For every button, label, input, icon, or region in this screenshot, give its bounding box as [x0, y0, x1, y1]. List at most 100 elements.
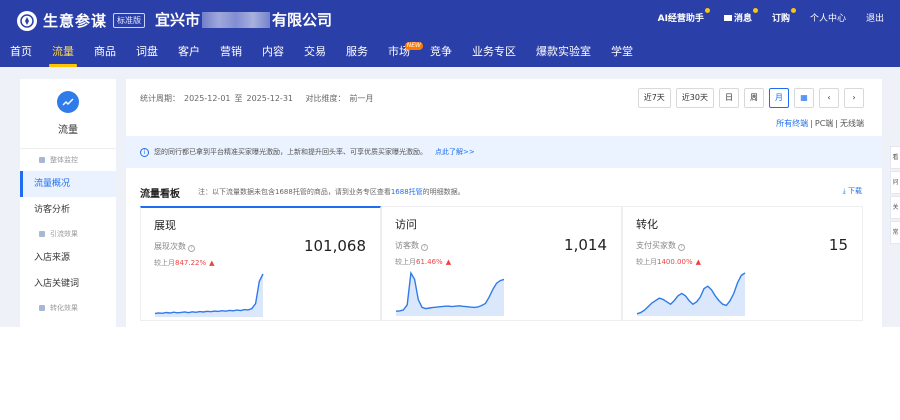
nav-tab-4[interactable]: 客户	[168, 40, 210, 67]
notice-banner: i 您的同行都已拿到平台精准买家曝光激励，上新和提升回头率、可享优质买家曝光激励…	[126, 136, 882, 168]
calendar-icon[interactable]: ▦	[794, 88, 814, 108]
brand-logo[interactable]: 生意参谋 标准版	[17, 10, 146, 31]
sidebar-item-2[interactable]: 访客分析	[20, 197, 116, 223]
company-suffix: 有限公司	[272, 11, 333, 29]
sparkline-line	[154, 273, 264, 315]
download-icon: ⤓	[842, 187, 846, 195]
metric-card-1[interactable]: 访问 访客数? 1,014 较上月61.46% ▲	[381, 206, 622, 321]
compare-pct: 1400.00%	[657, 258, 693, 266]
terminal-all[interactable]: 所有终端	[776, 119, 808, 128]
nav-tab-11[interactable]: 业务专区	[462, 40, 526, 67]
nav-tab-1[interactable]: 流量	[42, 40, 84, 67]
notice-link[interactable]: 点此了解>>	[435, 147, 475, 157]
notify-dot	[704, 8, 710, 13]
download-button[interactable]: ⤓ 下载	[843, 186, 862, 196]
nav-tab-9[interactable]: 市场 NEW	[378, 40, 423, 67]
metric-value: 15	[828, 236, 848, 254]
rail-tab-3[interactable]: 常	[890, 221, 900, 244]
help-icon[interactable]: ?	[421, 244, 428, 251]
metric-card-0[interactable]: 展现展现次数? 101,068 较上月847.22% ▲	[140, 206, 381, 321]
mail-icon	[723, 15, 732, 21]
arrow-up-icon: ▲	[695, 258, 701, 266]
nav-tab-13[interactable]: 学堂	[601, 40, 643, 67]
date-button-0[interactable]: 近7天	[637, 88, 671, 108]
sparkline-area	[637, 273, 745, 316]
nav-tab-10[interactable]: 竞争	[420, 40, 462, 67]
rail-tab-0[interactable]: 看	[890, 146, 900, 169]
help-icon[interactable]: ?	[678, 244, 685, 251]
notify-dot	[790, 8, 796, 13]
sidebar-group-label: 转化效果	[20, 297, 116, 319]
compare-pct: 61.46%	[416, 258, 443, 266]
help-icon[interactable]: ?	[188, 245, 195, 252]
nav-tab-6[interactable]: 内容	[252, 40, 294, 67]
edition-badge: 标准版	[113, 13, 146, 28]
arrow-up-icon: ▲	[209, 259, 215, 267]
top-header: 生意参谋 标准版 宜兴市 有限公司 AI经营助手 消息 订购 个人中心 退出 首…	[0, 0, 900, 67]
period-end: 2025-12-31	[246, 94, 294, 103]
rail-tab-2[interactable]: 关	[890, 196, 900, 219]
compare-change: 较上月61.46% ▲	[395, 258, 452, 266]
card-title: 展现	[154, 219, 176, 232]
card-title: 访问	[395, 218, 417, 231]
card-title: 转化	[636, 218, 658, 231]
nav-tab-2[interactable]: 商品	[84, 40, 126, 67]
app-root: 生意参谋 标准版 宜兴市 有限公司 AI经营助手 消息 订购 个人中心 退出 首…	[0, 0, 900, 420]
sidebar-title: 流量	[58, 125, 78, 136]
metric-value: 1,014	[564, 236, 607, 254]
prev-icon[interactable]: ‹	[819, 88, 839, 108]
managed-link[interactable]: 1688托管	[391, 188, 423, 196]
board-title: 流量看板	[140, 189, 180, 200]
brand-name: 生意参谋	[43, 12, 108, 30]
period-start: 2025-12-01	[184, 94, 231, 103]
compare-pct: 847.22%	[175, 259, 207, 267]
nav-tab-8[interactable]: 服务	[336, 40, 378, 67]
notify-dot	[752, 8, 758, 13]
metric-label: 展现次数?	[154, 241, 195, 252]
next-icon[interactable]: ›	[844, 88, 864, 108]
logout-link[interactable]: 退出	[866, 11, 884, 24]
sidebar-header: 流量	[20, 79, 116, 149]
messages-link[interactable]: 消息	[723, 8, 758, 24]
nav-tab-0[interactable]: 首页	[0, 40, 42, 67]
info-icon: i	[140, 147, 149, 157]
nav-tab-7[interactable]: 交易	[294, 40, 336, 67]
company-name: 宜兴市 有限公司	[155, 9, 332, 30]
nav-tab-3[interactable]: 词盘	[126, 40, 168, 67]
terminal-pc[interactable]: PC端	[815, 119, 833, 128]
ai-assistant-link[interactable]: AI经营助手	[658, 8, 710, 24]
nav-tab-12[interactable]: 爆款实验室	[526, 40, 601, 67]
redacted-name	[202, 11, 271, 28]
top-links: AI经营助手 消息 订购 个人中心 退出	[638, 8, 884, 24]
compass-icon	[17, 10, 37, 31]
subscribe-link[interactable]: 订购	[772, 8, 796, 24]
sidebar: 流量 整体监控 流量概况 访客分析 引流效果 入店来源 入店关键词 转化效果	[20, 79, 116, 327]
sparkline-area	[396, 273, 504, 316]
sparkline-area	[155, 274, 263, 317]
metric-value: 101,068	[303, 237, 366, 255]
sparkline-chart	[636, 272, 746, 316]
metric-cards: 展现 展现次数? 101,068 较上月847.22% ▲ 访问 访客数? 1,014 较上月6…	[140, 206, 863, 321]
metric-card-2[interactable]: 转化 支付买家数? 15 较上月1400.00% ▲	[622, 206, 863, 321]
terminal-filter: 所有终端 | PC端 | 无线端	[776, 119, 864, 128]
sidebar-item-4[interactable]: 入店来源	[20, 245, 116, 271]
board-header: 流量看板 注：以下流量数据未包含1688托管的商品，请到业务专区查看1688托管…	[126, 179, 882, 201]
date-button-2[interactable]: 日	[719, 88, 739, 108]
sidebar-menu: 整体监控 流量概况 访客分析 引流效果 入店来源 入店关键词 转化效果	[20, 149, 116, 319]
sidebar-item-1[interactable]: 流量概况	[20, 171, 116, 197]
date-button-4[interactable]: 月	[769, 88, 789, 108]
date-button-1[interactable]: 近30天	[675, 88, 714, 108]
compare-change: 较上月847.22% ▲	[154, 259, 215, 267]
terminal-wireless[interactable]: 无线端	[840, 119, 864, 128]
sidebar-item-5[interactable]: 入店关键词	[20, 271, 116, 297]
right-rail: 看问关常	[890, 146, 900, 246]
nav-tab-5[interactable]: 营销	[210, 40, 252, 67]
compare-change: 较上月1400.00% ▲	[636, 258, 701, 266]
personal-center-link[interactable]: 个人中心	[810, 11, 846, 24]
sidebar-group-label: 整体监控	[20, 149, 116, 171]
company-prefix: 宜兴市	[155, 11, 201, 29]
main-nav: 首页 流量 商品 词盘 客户 营销 内容 交易 服务 市场 NEW 竞争 业务专区 爆款实验室 学堂	[0, 40, 643, 67]
notice-text: 您的同行都已拿到平台精准买家曝光激励，上新和提升回头率、可享优质买家曝光激励。	[154, 148, 427, 156]
rail-tab-1[interactable]: 问	[890, 171, 900, 194]
date-button-3[interactable]: 周	[744, 88, 764, 108]
